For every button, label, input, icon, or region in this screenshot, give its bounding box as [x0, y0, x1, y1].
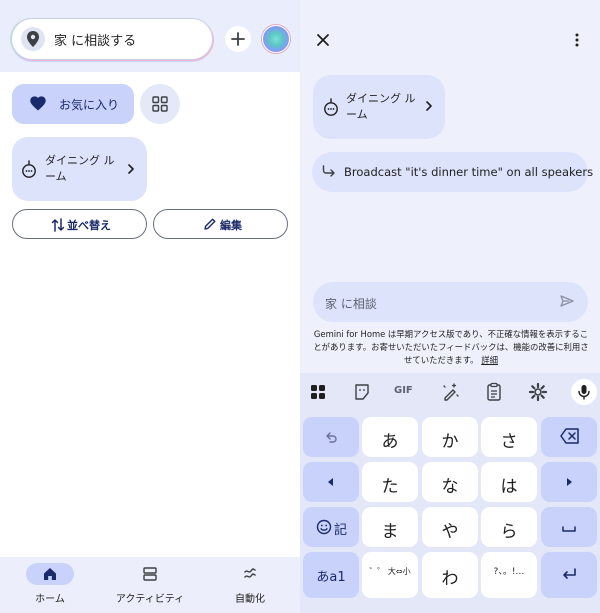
room-card-dining[interactable]: ダイニング ルーム	[313, 75, 445, 139]
input-mode-label: あa1	[316, 570, 346, 585]
more-options-button[interactable]	[568, 30, 586, 50]
home-header: 家 に相談する	[0, 0, 300, 72]
favorites-label: お気に入り	[59, 98, 120, 112]
enter-icon	[563, 568, 576, 579]
emoji-icon	[316, 519, 332, 535]
sort-button[interactable]: 並べ替え	[12, 209, 147, 239]
nav-automation-label: 自動化	[235, 594, 265, 605]
room-card-label: ダイニング ルーム	[45, 154, 115, 183]
gif-icon[interactable]: GIF	[394, 385, 418, 405]
key-sa[interactable]: さ	[481, 417, 537, 457]
bottom-navigation: ホーム アクティビティ 自動化	[0, 557, 300, 613]
dakuten-key-label: ゛゜ 大⇔小	[369, 567, 411, 576]
sticker-icon[interactable]	[352, 382, 372, 402]
apps-grid-icon[interactable]	[308, 382, 328, 402]
close-button[interactable]	[312, 29, 334, 51]
key-a[interactable]: あ	[362, 417, 418, 457]
punctuation-key-label: ?、。!…	[493, 567, 525, 577]
search-placeholder: 家 に相談する	[54, 34, 137, 49]
key-ka[interactable]: か	[422, 417, 478, 457]
grid-icon	[152, 96, 168, 112]
key-ta[interactable]: た	[362, 462, 418, 502]
microphone-icon	[578, 385, 590, 400]
caret-left-icon	[328, 478, 333, 486]
emoji-key-label: 記	[334, 523, 348, 538]
japanese-keyboard: GIF あ か さ た な は 記 ま や ら あa1 ゛゜ 大⇔小 わ ?、。…	[300, 373, 600, 613]
room-card-label: ダイニング ルーム	[346, 92, 416, 121]
nav-automation[interactable]: 自動化	[200, 557, 300, 613]
keyboard-toolbar: GIF	[300, 373, 600, 411]
room-card-dining[interactable]: ダイニング ルーム	[12, 137, 147, 201]
pencil-icon	[204, 218, 216, 230]
ask-input-field[interactable]: 家 に相談	[313, 282, 588, 322]
microphone-button[interactable]	[571, 379, 597, 405]
input-mode-key[interactable]: あa1	[303, 552, 359, 598]
home-screen: 家 に相談する お気に入り ダイニング ルーム 並べ替え 編集 ホーム アクティ…	[0, 0, 300, 613]
automation-icon	[226, 563, 274, 585]
magic-pen-icon[interactable]	[440, 382, 460, 402]
plus-icon	[231, 32, 245, 46]
activity-icon	[126, 563, 174, 585]
space-key[interactable]	[541, 507, 597, 547]
sort-icon	[51, 218, 65, 232]
punctuation-key[interactable]: ?、。!…	[481, 552, 537, 598]
ask-input-placeholder: 家 に相談	[325, 297, 377, 311]
gemini-chat-screen: ダイニング ルーム Broadcast "it's dinner time" o…	[300, 0, 600, 613]
sort-label: 並べ替え	[67, 219, 111, 232]
key-ma[interactable]: ま	[362, 507, 418, 547]
disclaimer-text: Gemini for Home は早期アクセス版であり、不正確な情報を表示するこ…	[313, 329, 589, 365]
key-ya[interactable]: や	[422, 507, 478, 547]
nav-home[interactable]: ホーム	[0, 557, 100, 613]
suggestion-chip-broadcast[interactable]: Broadcast "it's dinner time" on all spea…	[312, 152, 593, 192]
more-vert-icon	[575, 33, 579, 47]
key-na[interactable]: な	[422, 462, 478, 502]
undo-icon	[326, 432, 337, 443]
favorites-chip[interactable]: お気に入り	[12, 84, 134, 124]
nav-activity[interactable]: アクティビティ	[100, 557, 200, 613]
cursor-right-key[interactable]	[541, 462, 597, 502]
undo-key[interactable]	[303, 417, 359, 457]
nav-activity-label: アクティビティ	[115, 594, 185, 605]
disclaimer-details-link[interactable]: 詳細	[481, 355, 498, 365]
emoji-symbol-key[interactable]: 記	[303, 507, 359, 547]
enter-key[interactable]	[541, 552, 597, 598]
suggestion-text: Broadcast "it's dinner time" on all spea…	[344, 165, 594, 179]
key-wa[interactable]: わ	[422, 552, 478, 598]
add-button[interactable]	[225, 26, 251, 52]
gemini-avatar[interactable]	[262, 25, 290, 53]
backspace-key[interactable]	[541, 417, 597, 457]
edit-button[interactable]: 編集	[153, 209, 288, 239]
key-ha[interactable]: は	[481, 462, 537, 502]
home-icon	[26, 563, 74, 585]
key-ra[interactable]: ら	[481, 507, 537, 547]
dakuten-small-key[interactable]: ゛゜ 大⇔小	[362, 552, 418, 598]
cooking-pot-icon	[324, 98, 338, 116]
clipboard-icon[interactable]	[484, 382, 504, 402]
reply-arrow-icon	[322, 165, 335, 177]
cursor-left-key[interactable]	[303, 462, 359, 502]
send-icon[interactable]	[560, 295, 574, 307]
grid-view-button[interactable]	[140, 84, 180, 124]
backspace-icon	[560, 428, 579, 444]
heart-icon	[30, 96, 46, 111]
settings-gear-icon[interactable]	[528, 382, 548, 402]
nav-home-label: ホーム	[35, 594, 65, 605]
edit-label: 編集	[220, 219, 242, 232]
space-icon	[562, 526, 576, 532]
ask-home-search-bar[interactable]: 家 に相談する	[11, 18, 213, 60]
location-pin-icon	[21, 27, 45, 51]
chevron-right-icon	[426, 101, 432, 111]
chevron-right-icon	[128, 164, 134, 174]
caret-right-icon	[567, 478, 572, 486]
cooking-pot-icon	[22, 160, 36, 178]
close-icon	[317, 34, 329, 46]
